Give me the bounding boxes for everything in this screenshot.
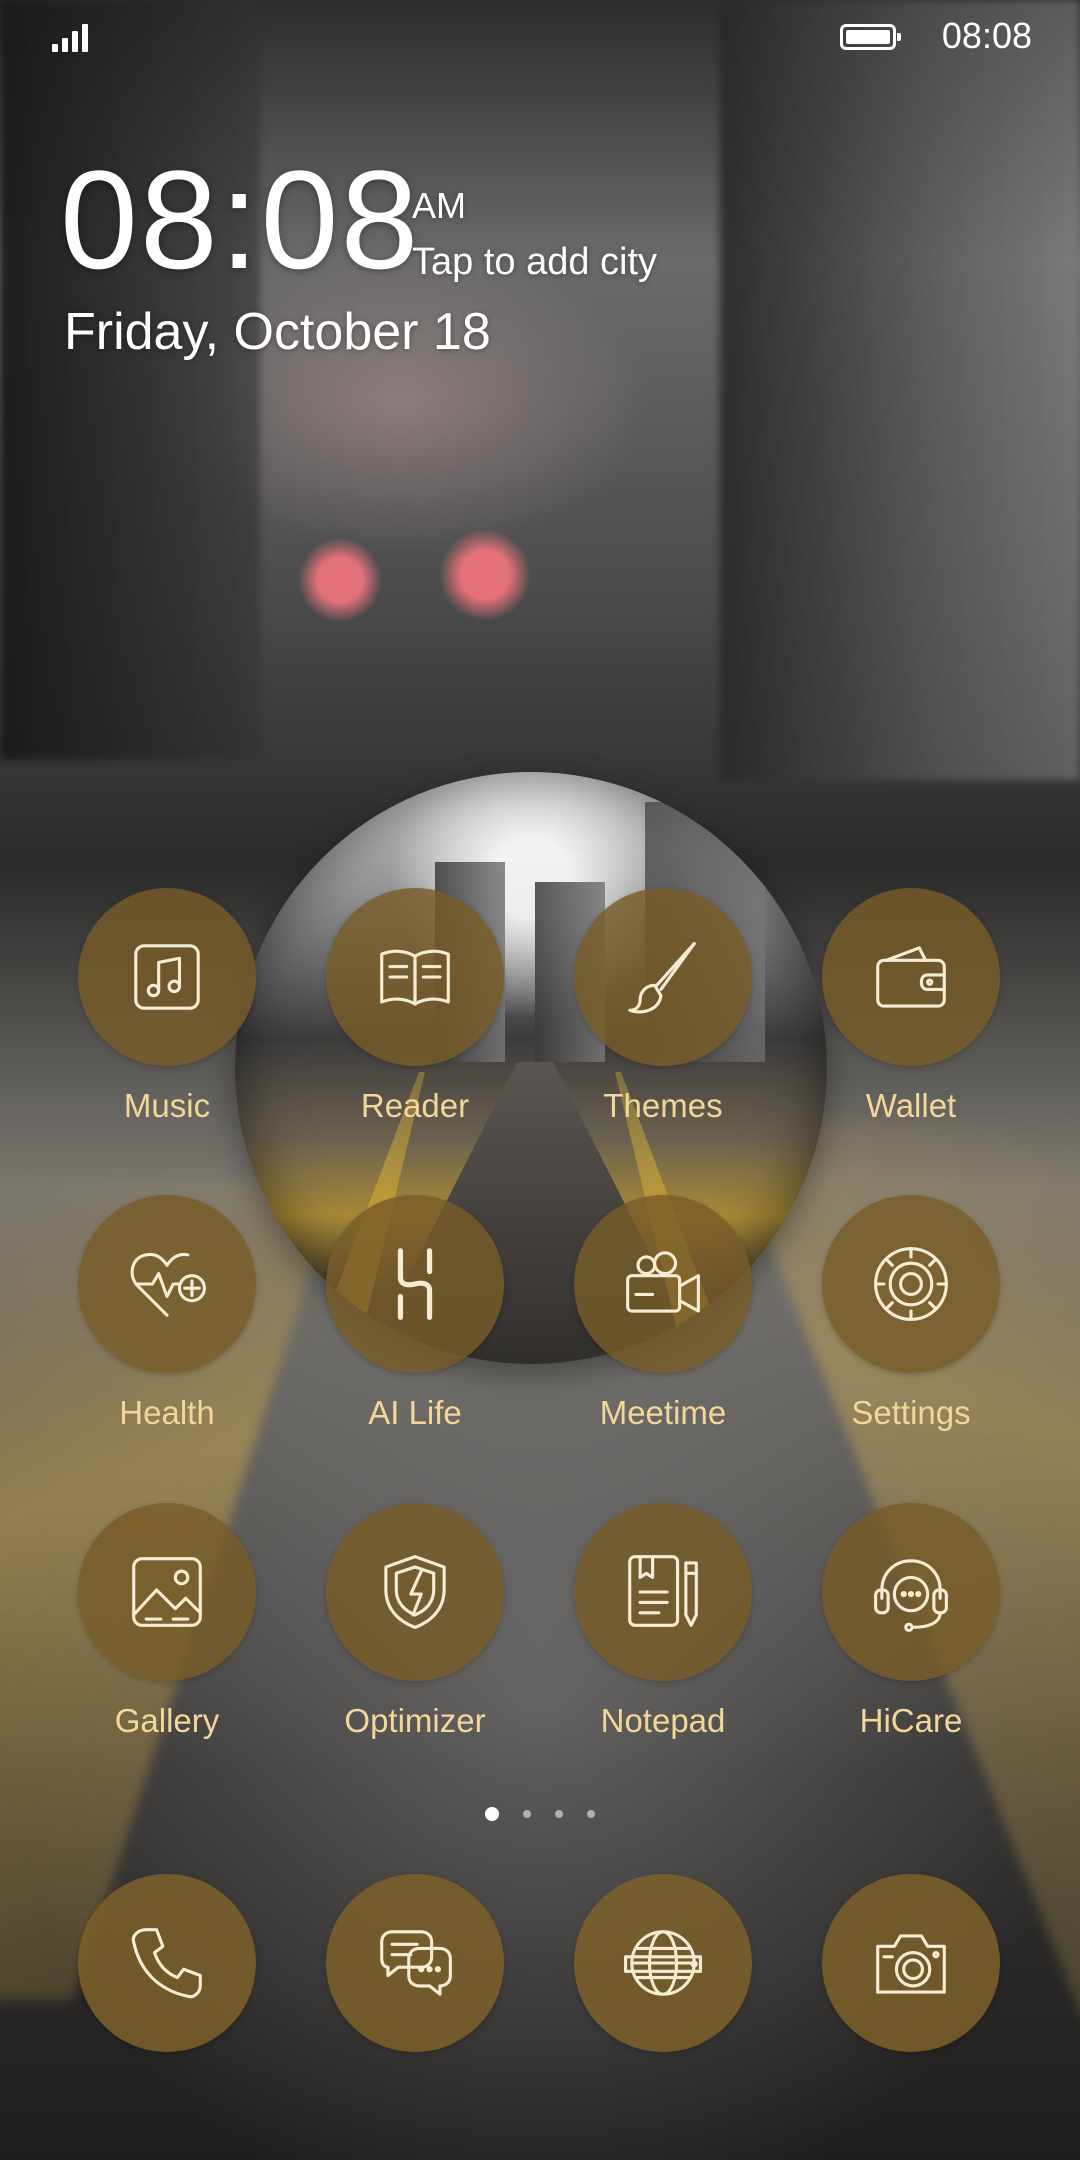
dock-app-camera[interactable]	[811, 1874, 1011, 2064]
app-label: Settings	[851, 1394, 971, 1431]
page-dot-active[interactable]	[485, 1807, 499, 1821]
phone-icon	[78, 1874, 256, 2052]
wallet-icon	[822, 888, 1000, 1066]
browser-icon	[574, 1874, 752, 2052]
battery-icon	[840, 24, 901, 50]
camera-icon	[822, 1874, 1000, 2052]
gear-icon	[822, 1195, 1000, 1373]
dock-app-messaging[interactable]	[315, 1874, 515, 2064]
dock-app-phone[interactable]	[67, 1874, 267, 2064]
dock-app-browser[interactable]	[563, 1874, 763, 2064]
app-optimizer[interactable]: Optimizer	[315, 1503, 515, 1803]
app-label: Meetime	[599, 1394, 727, 1431]
paintbrush-icon	[574, 888, 752, 1066]
app-settings[interactable]: Settings	[811, 1195, 1011, 1495]
ai-life-icon	[326, 1195, 504, 1373]
app-gallery[interactable]: Gallery	[67, 1503, 267, 1803]
app-label: Wallet	[865, 1087, 957, 1124]
signal-icon	[52, 22, 92, 52]
app-label: Gallery	[114, 1702, 220, 1739]
app-wallet[interactable]: Wallet	[811, 888, 1011, 1188]
battery-fill	[846, 30, 890, 44]
page-dot[interactable]	[587, 1810, 595, 1818]
clock-widget-time[interactable]: 08:08	[60, 150, 420, 290]
app-label: Themes	[603, 1087, 723, 1124]
app-health[interactable]: Health	[67, 1195, 267, 1495]
shield-icon	[326, 1503, 504, 1681]
music-icon	[78, 888, 256, 1066]
page-dot[interactable]	[523, 1810, 531, 1818]
status-bar: 08:08	[0, 0, 1080, 72]
image-icon	[78, 1503, 256, 1681]
headset-icon	[822, 1503, 1000, 1681]
app-reader[interactable]: Reader	[315, 888, 515, 1188]
app-label: Health	[119, 1394, 215, 1431]
wallpaper-building-right	[720, 0, 1080, 780]
weather-add-city[interactable]: Tap to add city	[412, 240, 657, 284]
app-label: Notepad	[600, 1702, 726, 1739]
video-camera-icon	[574, 1195, 752, 1373]
clock-widget-ampm: AM	[412, 185, 466, 226]
page-indicator[interactable]	[0, 1804, 1080, 1824]
wallpaper-building-left	[0, 0, 260, 760]
app-label: Music	[123, 1087, 211, 1124]
app-ai-life[interactable]: AI Life	[315, 1195, 515, 1495]
app-label: HiCare	[859, 1702, 963, 1739]
book-icon	[326, 888, 504, 1066]
app-hicare[interactable]: HiCare	[811, 1503, 1011, 1803]
app-label: AI Life	[368, 1394, 462, 1431]
notepad-icon	[574, 1503, 752, 1681]
app-notepad[interactable]: Notepad	[563, 1503, 763, 1803]
heart-pulse-icon	[78, 1195, 256, 1373]
status-time: 08:08	[941, 15, 1032, 56]
app-meetime[interactable]: Meetime	[563, 1195, 763, 1495]
app-label: Optimizer	[344, 1702, 486, 1739]
app-music[interactable]: Music	[67, 888, 267, 1188]
messaging-icon	[326, 1874, 504, 2052]
clock-widget-date: Friday, October 18	[64, 303, 491, 361]
app-label: Reader	[360, 1087, 470, 1124]
page-dot[interactable]	[555, 1810, 563, 1818]
app-themes[interactable]: Themes	[563, 888, 763, 1188]
